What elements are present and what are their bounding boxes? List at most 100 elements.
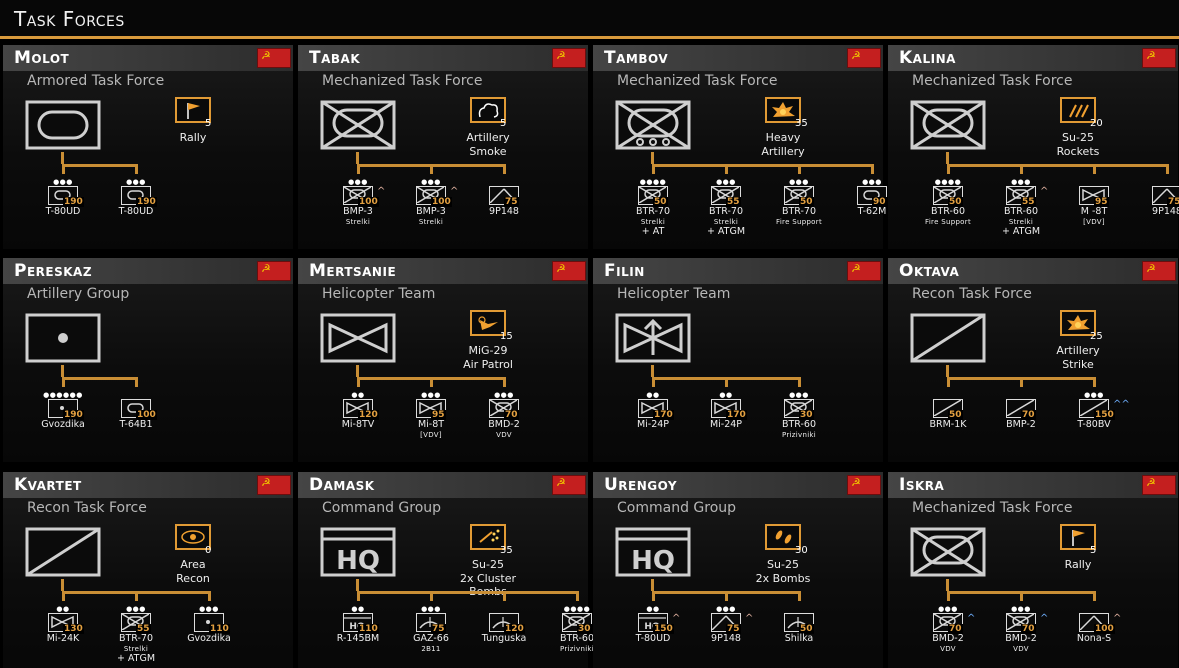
unit-rank-pips: ●●● bbox=[53, 178, 73, 186]
support-ability[interactable]: 20 Su-25 Rockets bbox=[1028, 97, 1128, 158]
task-force-card[interactable]: Iskra ☭ Mechanized Task Force 5 Rally ●●● 70 ^ B… bbox=[888, 472, 1178, 668]
unit-name: T-80BV bbox=[1077, 419, 1111, 430]
task-force-type: Recon Task Force bbox=[27, 500, 147, 516]
ussr-flag-icon: ☭ bbox=[1142, 48, 1176, 68]
tree-connector bbox=[62, 377, 138, 380]
unit-rank-pips: ●● bbox=[719, 391, 733, 399]
tree-connector bbox=[430, 166, 433, 174]
unit-name-block: T-80BV bbox=[1057, 420, 1131, 430]
task-force-card[interactable]: Kalina ☭ Mechanized Task Force 20 Su-25 Rocke… bbox=[888, 45, 1179, 249]
tree-connector bbox=[652, 166, 655, 174]
unit-name: BTR-70 bbox=[781, 206, 817, 217]
tree-connector bbox=[798, 379, 801, 387]
unit-subname: Strelki bbox=[418, 218, 444, 226]
support-ability[interactable]: 35Su-252x ClusterBombs bbox=[438, 524, 538, 599]
unit-name-block: Mi-24P bbox=[689, 420, 763, 430]
ussr-flag-icon: ☭ bbox=[847, 261, 881, 281]
tree-connector bbox=[1093, 379, 1096, 387]
veterancy-chevron-icon: ^ bbox=[450, 186, 459, 197]
tree-connector bbox=[135, 379, 138, 387]
unit-subname: VDV bbox=[940, 645, 956, 653]
tree-connector bbox=[1093, 166, 1096, 174]
unit-rank-pips: ●●● bbox=[126, 178, 146, 186]
unit-name: Mi-24P bbox=[709, 419, 743, 430]
tree-connector bbox=[651, 152, 654, 164]
support-ability[interactable]: 5 Rally bbox=[1028, 524, 1128, 572]
support-ability[interactable]: 5 Rally bbox=[143, 97, 243, 145]
tree-connector bbox=[1020, 379, 1023, 387]
unit-subname: VDV bbox=[496, 431, 512, 439]
unit-rank-pips: ●● bbox=[56, 605, 70, 613]
task-force-card[interactable]: Mertsanie ☭ Helicopter Team 15 MiG-29 Air Pat… bbox=[298, 258, 588, 462]
task-force-card[interactable]: Damask☭Command GroupHQ35Su-252x ClusterB… bbox=[298, 472, 594, 668]
task-force-grid: Molot ☭ Armored Task Force 5 Rally ●●● 190 T-80… bbox=[0, 45, 1179, 668]
task-force-name: Kvartet bbox=[14, 475, 82, 495]
support-ability[interactable]: 0 Area Recon bbox=[143, 524, 243, 585]
task-force-card[interactable]: Molot ☭ Armored Task Force 5 Rally ●●● 190 T-80… bbox=[3, 45, 293, 249]
unit-name: T-64B1 bbox=[119, 419, 153, 430]
unit-subname: Strelki bbox=[345, 218, 371, 226]
unit-subname: 2B11 bbox=[421, 645, 441, 653]
unit-name-block: GAZ-66 2B11 bbox=[394, 634, 468, 654]
task-force-name: Mertsanie bbox=[309, 261, 397, 281]
formation-symbol-icon bbox=[910, 527, 986, 577]
unit-name: Shilka bbox=[784, 633, 814, 644]
task-force-card[interactable]: Kvartet ☭ Recon Task Force 0 Area Recon ●● 130 M… bbox=[3, 472, 293, 668]
task-force-card[interactable]: Tabak ☭ Mechanized Task Force 5 Artillery Smo… bbox=[298, 45, 588, 249]
unit-name: BMP-2 bbox=[1006, 419, 1036, 430]
unit-name-block: T-64B1 bbox=[99, 420, 173, 430]
card-header: Kvartet ☭ bbox=[3, 472, 293, 498]
tree-connector bbox=[61, 152, 64, 164]
task-force-card[interactable]: Urengoy ☭ Command Group HQ 30 Su-25 2x Bombs ●●… bbox=[593, 472, 883, 668]
task-force-type: Artillery Group bbox=[27, 286, 130, 302]
formation-symbol-icon: HQ bbox=[320, 527, 396, 577]
ussr-flag-icon: ☭ bbox=[257, 48, 291, 68]
unit-name: BMD-2 bbox=[488, 419, 520, 430]
support-ability[interactable]: 35 Heavy Artillery bbox=[733, 97, 833, 158]
task-force-card[interactable]: Tambov ☭ Mechanized Task Force 35 Heavy Artil… bbox=[593, 45, 887, 249]
support-ability[interactable]: 25 Artillery Strike bbox=[1028, 310, 1128, 371]
title-underline bbox=[0, 36, 1179, 39]
support-label: Area Recon bbox=[143, 558, 243, 585]
tree-connector bbox=[651, 365, 654, 377]
veterancy-chevron-icon: ^ bbox=[1040, 186, 1049, 197]
support-count: 15 bbox=[500, 331, 513, 342]
unit-name-block: 9P148 bbox=[467, 207, 541, 217]
unit-rank-pips: ●●●●●● bbox=[43, 391, 83, 399]
support-ability[interactable]: 5 Artillery Smoke bbox=[438, 97, 538, 158]
support-label: Su-25 Rockets bbox=[1028, 131, 1128, 158]
unit-name-block: Tunguska bbox=[467, 634, 541, 644]
support-count: 5 bbox=[205, 118, 212, 129]
support-label-line: Rally bbox=[1064, 558, 1092, 571]
task-force-card[interactable]: Pereskaz ☭ Artillery Group ●●●●●● 190 Gvozdik… bbox=[3, 258, 293, 462]
support-label-line: Su-25 bbox=[472, 558, 504, 571]
support-label-line: Heavy bbox=[765, 131, 801, 144]
task-force-name: Iskra bbox=[899, 475, 945, 495]
card-header: Tambov ☭ bbox=[593, 45, 883, 71]
unit-name-block: T-80UD bbox=[616, 634, 690, 644]
unit-rank-pips: ●●● bbox=[1011, 605, 1031, 613]
unit-rank-pips: ●●● bbox=[716, 605, 736, 613]
unit-subname: [VDV] bbox=[420, 431, 442, 439]
support-label-line: Air Patrol bbox=[463, 357, 513, 371]
tree-connector bbox=[62, 166, 65, 174]
support-ability[interactable]: 30 Su-25 2x Bombs bbox=[733, 524, 833, 585]
task-force-name: Oktava bbox=[899, 261, 960, 281]
task-force-type: Mechanized Task Force bbox=[912, 500, 1073, 516]
tree-connector bbox=[1166, 166, 1169, 174]
unit-rank-pips: ●●● bbox=[938, 605, 958, 613]
support-ability[interactable]: 15 MiG-29 Air Patrol bbox=[438, 310, 538, 371]
task-force-card[interactable]: Oktava ☭ Recon Task Force 25 Artillery Strike… bbox=[888, 258, 1178, 462]
ussr-flag-icon: ☭ bbox=[552, 48, 586, 68]
task-force-card[interactable]: Filin ☭ Helicopter Team ●● 170 Mi-24P ●● 170 Mi-… bbox=[593, 258, 883, 462]
tree-connector bbox=[725, 593, 728, 601]
task-force-type: Command Group bbox=[322, 500, 442, 516]
support-label-line: Strike bbox=[1062, 357, 1094, 371]
tree-connector bbox=[946, 365, 949, 377]
tree-connector bbox=[947, 164, 1169, 167]
support-count: 35 bbox=[795, 118, 808, 129]
card-header: Tabak ☭ bbox=[298, 45, 588, 71]
hammer-sickle-icon: ☭ bbox=[556, 476, 566, 489]
tree-connector bbox=[356, 152, 359, 164]
tree-connector bbox=[725, 166, 728, 174]
